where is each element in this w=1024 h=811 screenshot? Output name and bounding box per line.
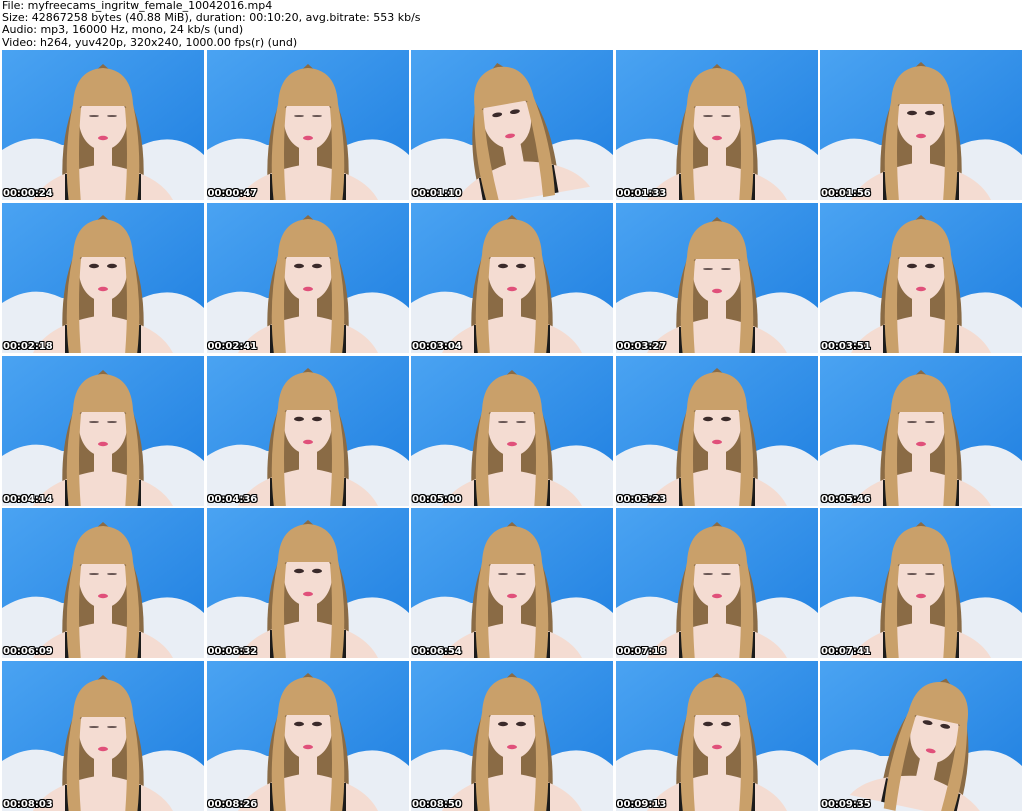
thumbnail-frame-image <box>2 202 204 353</box>
thumbnail-timestamp: 00:06:32 <box>207 646 258 658</box>
thumbnail-frame-image <box>820 50 1022 200</box>
video-thumbnail: 00:01:56 <box>820 50 1022 200</box>
thumbnail-timestamp: 00:06:09 <box>3 646 53 658</box>
thumbnail-frame-image <box>411 661 613 811</box>
thumbnail-frame-image <box>411 508 613 659</box>
thumbnail-frame-image <box>615 508 818 659</box>
video-thumbnail: 00:08:50 <box>411 661 613 811</box>
video-thumbnail: 00:03:04 <box>411 202 613 353</box>
thumbnail-frame-image <box>206 202 409 353</box>
thumbnail-timestamp: 00:01:56 <box>821 188 871 199</box>
thumbnail-timestamp: 00:04:36 <box>207 493 258 505</box>
thumbnail-frame-image <box>615 50 818 200</box>
thumbnail-timestamp: 00:05:46 <box>821 493 871 505</box>
thumbnail-timestamp: 00:09:35 <box>821 799 871 810</box>
video-thumbnail: 00:09:13 <box>615 661 818 811</box>
thumbnail-timestamp: 00:07:41 <box>821 646 871 658</box>
thumbnail-timestamp: 00:05:23 <box>616 493 667 505</box>
thumbnail-frame-image <box>820 661 1022 811</box>
video-thumbnail: 00:05:23 <box>615 355 818 506</box>
thumbnail-timestamp: 00:00:47 <box>207 188 258 199</box>
video-thumbnail: 00:01:10 <box>411 50 613 200</box>
video-thumbnail: 00:05:46 <box>820 355 1022 506</box>
video-thumbnail: 00:07:41 <box>820 508 1022 659</box>
thumbnail-frame-image <box>2 355 204 506</box>
video-thumbnail: 00:03:27 <box>615 202 818 353</box>
thumbnail-timestamp: 00:06:54 <box>412 646 462 658</box>
video-thumbnail: 00:02:18 <box>2 202 204 353</box>
thumbnail-timestamp: 00:08:50 <box>412 799 462 810</box>
file-info-header: File: myfreecams_ingritw_female_10042016… <box>0 0 1024 50</box>
video-thumbnail: 00:04:14 <box>2 355 204 506</box>
video-thumbnail: 00:03:51 <box>820 202 1022 353</box>
thumbnail-timestamp: 00:00:24 <box>3 188 53 199</box>
thumbnail-frame-image <box>2 50 204 200</box>
thumbnail-frame-image <box>615 355 818 506</box>
thumbnail-grid: 00:00:24 00:00:47 00:01:10 00:01:33 00:01:56… <box>2 50 1022 811</box>
video-thumbnail: 00:07:18 <box>615 508 818 659</box>
thumbnail-timestamp: 00:03:04 <box>412 340 462 352</box>
thumbnail-frame-image <box>2 508 204 659</box>
video-thumbnail: 00:04:36 <box>206 355 409 506</box>
video-thumbnail: 00:00:47 <box>206 50 409 200</box>
thumbnail-frame-image <box>615 202 818 353</box>
thumbnail-timestamp: 00:05:00 <box>412 493 462 505</box>
thumbnail-timestamp: 00:03:27 <box>616 340 667 352</box>
thumbnail-frame-image <box>411 50 613 200</box>
thumbnail-frame-image <box>206 50 409 200</box>
video-thumbnail: 00:06:54 <box>411 508 613 659</box>
thumbnail-timestamp: 00:01:33 <box>616 188 667 199</box>
thumbnail-frame-image <box>206 661 409 811</box>
video-thumbnail: 00:05:00 <box>411 355 613 506</box>
video-thumbnail: 00:02:41 <box>206 202 409 353</box>
thumbnail-frame-image <box>820 355 1022 506</box>
thumbnail-timestamp: 00:08:03 <box>3 799 53 810</box>
thumbnail-timestamp: 00:08:26 <box>207 799 258 810</box>
thumbnail-timestamp: 00:01:10 <box>412 188 462 199</box>
thumbnail-timestamp: 00:04:14 <box>3 493 53 505</box>
thumbnail-timestamp: 00:03:51 <box>821 340 871 352</box>
video-thumbnail: 00:08:26 <box>206 661 409 811</box>
thumbnail-frame-image <box>2 661 204 811</box>
thumbnail-frame-image <box>820 202 1022 353</box>
thumbnail-timestamp: 00:07:18 <box>616 646 667 658</box>
file-size-line: Size: 42867258 bytes (40.88 MiB), durati… <box>2 12 421 25</box>
video-thumbnail: 00:06:32 <box>206 508 409 659</box>
audio-info-line: Audio: mp3, 16000 Hz, mono, 24 kb/s (und… <box>2 24 244 37</box>
video-thumbnail: 00:01:33 <box>615 50 818 200</box>
thumbnail-frame-image <box>615 661 818 811</box>
thumbnail-frame-image <box>206 355 409 506</box>
thumbnail-timestamp: 00:02:41 <box>207 340 258 352</box>
thumbnail-frame-image <box>411 202 613 353</box>
file-name-line: File: myfreecams_ingritw_female_10042016… <box>2 0 273 12</box>
thumbnail-frame-image <box>411 355 613 506</box>
thumbnail-timestamp: 00:02:18 <box>3 340 53 352</box>
video-thumbnail: 00:08:03 <box>2 661 204 811</box>
video-thumbnail: 00:00:24 <box>2 50 204 200</box>
thumbnail-timestamp: 00:09:13 <box>616 799 667 810</box>
video-thumbnail: 00:09:35 <box>820 661 1022 811</box>
thumbnail-frame-image <box>206 508 409 659</box>
video-info-line: Video: h264, yuv420p, 320x240, 1000.00 f… <box>2 36 298 49</box>
thumbnail-frame-image <box>820 508 1022 659</box>
video-thumbnail: 00:06:09 <box>2 508 204 659</box>
